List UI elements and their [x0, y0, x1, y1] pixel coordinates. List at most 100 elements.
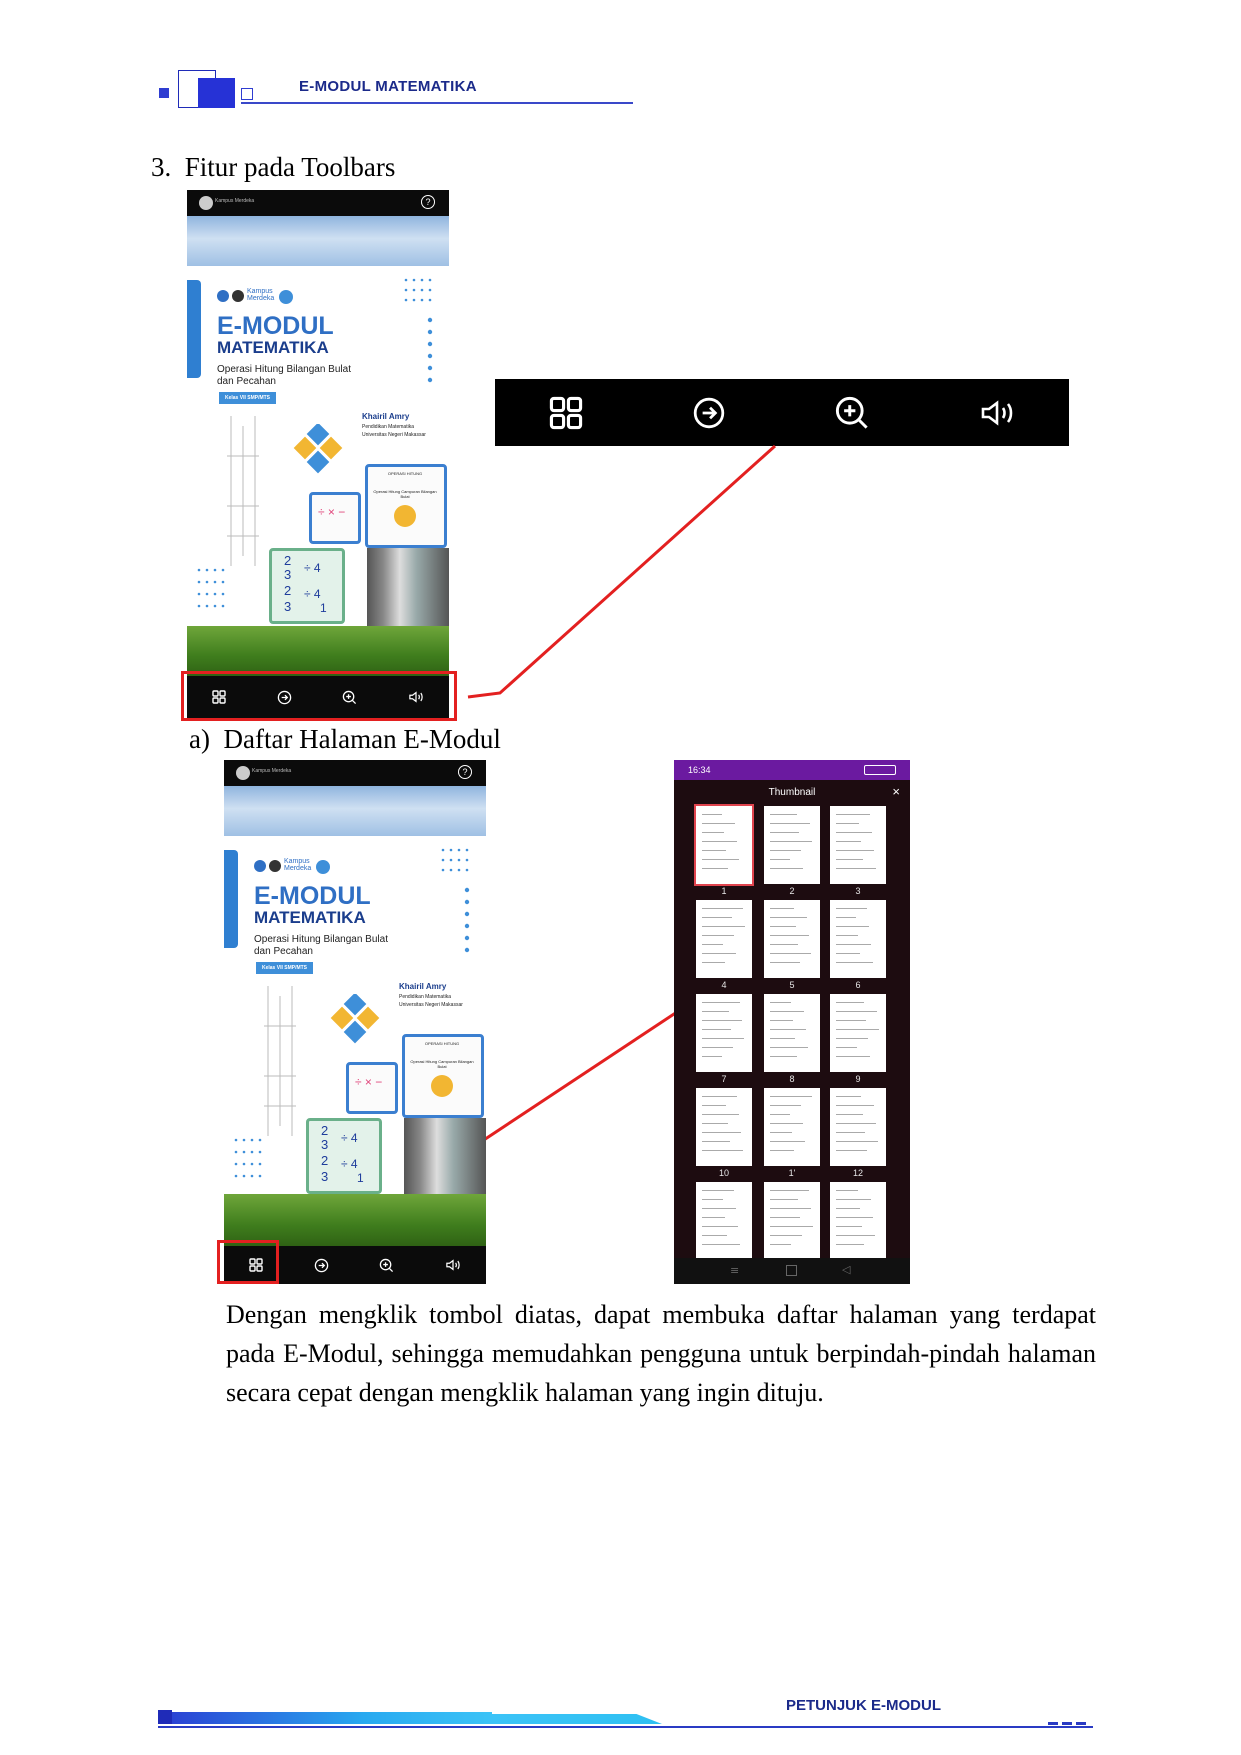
app-top-bar: Kampus Merdeka ? [224, 760, 486, 786]
close-icon[interactable]: × [892, 784, 900, 799]
thumbnail-text-line [770, 1141, 805, 1142]
thumbnail-text-line [702, 1020, 742, 1021]
speaker-icon[interactable] [445, 1258, 461, 1272]
thumbnail-text-line [702, 1114, 739, 1115]
thumbnail-text-line [770, 953, 811, 954]
thumbnail-text-line [836, 917, 856, 918]
nav-bar: ≡ ◁ [674, 1258, 910, 1284]
help-icon[interactable]: ? [458, 765, 472, 779]
thumbnail-text-line [702, 1123, 728, 1124]
thumbnail-text-line [836, 962, 873, 963]
thumbnail-text-line [702, 1011, 729, 1012]
page-thumbnail[interactable] [696, 1182, 752, 1260]
thumbnail-text-line [770, 1132, 792, 1133]
help-icon[interactable]: ? [421, 195, 435, 209]
app-logo-text: Kampus Merdeka [252, 768, 292, 774]
back-icon[interactable]: ◁ [842, 1263, 850, 1276]
thumbnail-text-line [770, 1096, 812, 1097]
page-thumbnail[interactable] [764, 900, 820, 978]
page-thumbnail[interactable] [830, 1088, 886, 1166]
cover-topic-line1: Operasi Hitung Bilangan Bulat [217, 364, 351, 375]
thumbnail-text-line [702, 841, 737, 842]
author-name: Khairil Amry [399, 982, 447, 991]
thumbnail-page-number: 4 [721, 980, 727, 990]
thumbnail-text-line [702, 908, 743, 909]
page-thumbnail[interactable] [830, 900, 886, 978]
zoom-in-icon[interactable] [834, 395, 870, 431]
class-badge: Kelas VII SMP/MTS [256, 962, 314, 974]
thumbnail-page-number: 10 [718, 1168, 729, 1178]
page-thumbnail[interactable] [764, 1088, 820, 1166]
thumbnail-text-line [836, 850, 874, 851]
speaker-icon[interactable] [979, 397, 1015, 429]
math-operations-icon [293, 424, 343, 474]
footer-decor-bar [492, 1714, 662, 1724]
thumbnail-text-line [836, 1011, 877, 1012]
page-thumbnail[interactable] [694, 804, 754, 886]
cover-subtitle-title: MATEMATIKA [254, 908, 366, 927]
thumbnail-text-line [836, 1199, 871, 1200]
header-title: E-MODUL MATEMATIKA [299, 78, 477, 95]
forward-icon[interactable] [314, 1258, 329, 1273]
footer-title: PETUNJUK E-MODUL [786, 1697, 942, 1714]
header-decor-square [198, 78, 235, 108]
tutwuri-logo-icon [254, 860, 266, 872]
header-rule [241, 102, 633, 104]
building-photo [367, 548, 449, 626]
dots-decoration [441, 848, 470, 953]
number-line-graphic [264, 986, 296, 1136]
section-heading: 3. Fitur pada Toolbars [151, 152, 396, 182]
thumbnail-text-line [702, 1096, 737, 1097]
page-thumbnail[interactable] [696, 900, 752, 978]
thumbnail-text-line [702, 1029, 731, 1030]
thumbnail-text-line [702, 832, 724, 833]
building-photo [404, 1118, 486, 1194]
menu-icon[interactable]: ≡ [730, 1264, 739, 1277]
thumbnail-text-line [702, 1199, 723, 1200]
fraction-card: 2 3 2 3 ÷ 4 ÷ 4 1 [306, 1118, 382, 1194]
symbols-illustration: ÷ × − [318, 505, 346, 519]
thumbnail-text-line [770, 859, 790, 860]
page-thumbnail[interactable] [764, 994, 820, 1072]
thumbnail-text-line [702, 1132, 741, 1133]
page-thumbnail[interactable] [696, 994, 752, 1072]
thumbnail-text-line [702, 1047, 733, 1048]
footer-decor-bar [172, 1712, 492, 1724]
thumbnail-text-line [770, 850, 801, 851]
page-thumbnail[interactable] [830, 806, 886, 884]
thumbnail-text-line [836, 1208, 860, 1209]
thumbnail-page-number: 1' [788, 1168, 796, 1178]
author-dept: Pendidikan Matematika [362, 424, 414, 430]
cover-screenshot-2: Kampus Merdeka ? Kampus Merdeka E-MODUL … [224, 760, 486, 1284]
thumbnail-page-number: 8 [789, 1074, 795, 1084]
header-decor-square [241, 88, 253, 100]
footer-dash [1048, 1722, 1058, 1725]
page-thumbnail[interactable] [830, 994, 886, 1072]
zoom-in-icon[interactable] [379, 1258, 394, 1273]
cover-side-strip [187, 280, 201, 378]
grass-banner [187, 626, 449, 676]
grid-icon[interactable] [549, 396, 583, 430]
sky-banner [224, 786, 486, 836]
thumbnail-text-line [836, 926, 869, 927]
thumbnail-text-line [770, 1047, 808, 1048]
fraction-card: 2 3 2 3 ÷ 4 ÷ 4 1 [269, 548, 345, 624]
thumbnail-text-line [836, 1141, 878, 1142]
thumbnail-text-line [836, 935, 858, 936]
signal-icon [864, 765, 896, 775]
page-thumbnail[interactable] [830, 1182, 886, 1260]
cover-side-strip [224, 850, 238, 948]
dots-decoration [234, 1138, 262, 1178]
thumbnail-text-line [702, 953, 736, 954]
home-icon[interactable] [786, 1265, 797, 1276]
page-thumbnail[interactable] [764, 1182, 820, 1260]
thumbnail-text-line [836, 1235, 875, 1236]
thumbnail-text-line [836, 1020, 866, 1021]
cover-topic-line2: dan Pecahan [254, 946, 313, 957]
page-thumbnail[interactable] [696, 1088, 752, 1166]
forward-icon[interactable] [692, 396, 726, 430]
page-thumbnail[interactable] [764, 806, 820, 884]
thumbnail-text-line [770, 1029, 806, 1030]
cover-page: Kampus Merdeka E-MODUL MATEMATIKA Operas… [224, 836, 486, 1194]
thumbnail-text-line [702, 917, 732, 918]
